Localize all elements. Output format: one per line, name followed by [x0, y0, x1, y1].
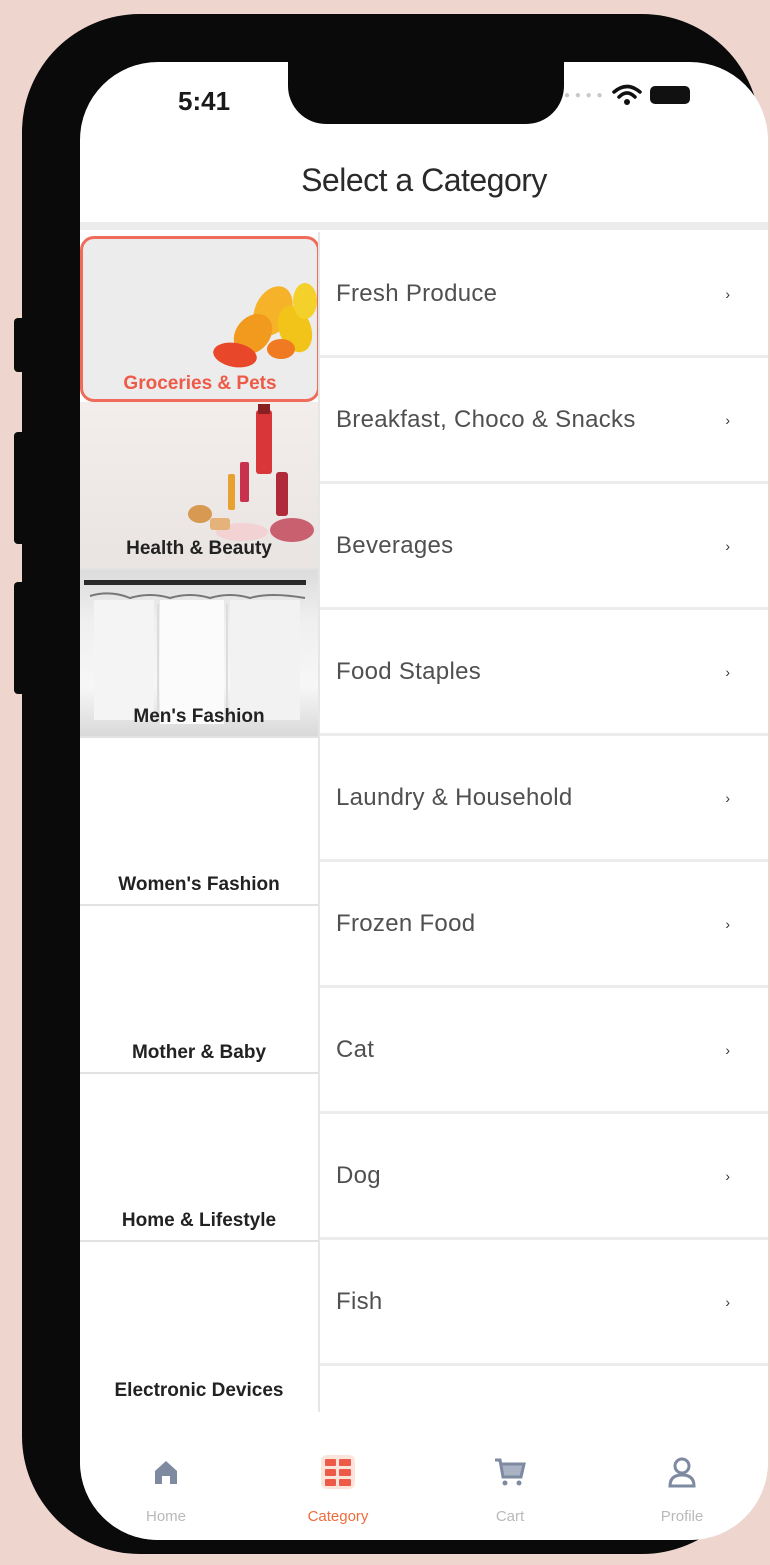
volume-up-button — [14, 432, 26, 544]
subcategory-row-cat[interactable]: Cat › — [320, 988, 768, 1114]
header-divider — [80, 222, 768, 230]
subcategory-label: Breakfast, Choco & Snacks — [336, 405, 636, 433]
subcategory-label: Fish — [336, 1287, 383, 1315]
category-label: Health & Beauty — [126, 538, 272, 559]
category-label: Home & Lifestyle — [121, 1210, 277, 1231]
profile-icon — [664, 1454, 700, 1490]
tab-label: Cart — [495, 1508, 525, 1525]
chevron-right-icon: › — [725, 1041, 730, 1058]
subcategory-row-frozen-food[interactable]: Frozen Food › — [320, 862, 768, 988]
category-item-womens-fashion[interactable]: Women's Fashion — [80, 738, 318, 906]
category-item-groceries-pets[interactable]: Groceries & Pets — [80, 236, 320, 402]
category-label: Electronic Devices — [114, 1380, 284, 1401]
chevron-right-icon: › — [725, 663, 730, 680]
subcategory-label: Frozen Food — [336, 909, 476, 937]
chevron-right-icon: › — [725, 1167, 730, 1184]
chevron-right-icon: › — [725, 537, 730, 554]
subcategory-list: Fresh Produce › Breakfast, Choco & Snack… — [318, 232, 768, 1412]
chevron-right-icon: › — [725, 285, 730, 302]
chevron-right-icon: › — [725, 915, 730, 932]
category-label: Men's Fashion — [133, 706, 265, 727]
status-icons: ● ● ● ● — [564, 84, 690, 106]
tab-label: Category — [307, 1508, 369, 1525]
subcategory-label: Food Staples — [336, 657, 482, 685]
chevron-right-icon: › — [725, 1293, 730, 1310]
cart-icon — [492, 1454, 528, 1490]
subcategory-row-laundry-household[interactable]: Laundry & Household › — [320, 736, 768, 862]
tab-home[interactable]: Home — [80, 1430, 252, 1540]
tab-label: Profile — [660, 1508, 704, 1525]
page-title: Select a Category — [301, 162, 547, 198]
tab-cart[interactable]: Cart — [424, 1430, 596, 1540]
subcategory-label: Dog — [336, 1161, 381, 1189]
wifi-icon — [611, 84, 642, 105]
signal-icon: ● ● ● ● — [564, 89, 604, 101]
category-label: Women's Fashion — [118, 874, 280, 895]
category-icon — [320, 1454, 356, 1490]
tab-label: Home — [145, 1508, 186, 1525]
subcategory-row-beverages[interactable]: Beverages › — [320, 484, 768, 610]
category-item-mens-fashion[interactable]: Men's Fashion — [80, 570, 318, 738]
category-label: Groceries & Pets — [123, 373, 277, 394]
subcategory-row-fish[interactable]: Fish › — [320, 1240, 768, 1366]
tab-category[interactable]: Category — [252, 1430, 424, 1540]
subcategory-row-fresh-produce[interactable]: Fresh Produce › — [320, 232, 768, 358]
phone-frame: 5:41 ● ● ● ● Select a Category Groceries… — [14, 14, 768, 1554]
chevron-right-icon: › — [725, 411, 730, 428]
subcategory-label: Fresh Produce — [336, 279, 498, 307]
subcategory-row-breakfast-choco-snacks[interactable]: Breakfast, Choco & Snacks › — [320, 358, 768, 484]
category-item-health-beauty[interactable]: Health & Beauty — [80, 402, 318, 570]
status-time: 5:41 — [178, 86, 231, 116]
camera-notch — [288, 62, 564, 124]
volume-down-button — [14, 582, 26, 694]
subcategory-label: Beverages — [336, 531, 454, 559]
home-icon — [148, 1454, 184, 1490]
category-item-home-lifestyle[interactable]: Home & Lifestyle — [80, 1074, 318, 1242]
bottom-tab-bar: Home Category Cart Profile — [80, 1430, 768, 1540]
category-item-mother-baby[interactable]: Mother & Baby — [80, 906, 318, 1074]
screen: 5:41 ● ● ● ● Select a Category Groceries… — [80, 62, 768, 1540]
subcategory-row-dog[interactable]: Dog › — [320, 1114, 768, 1240]
subcategory-label: Laundry & Household — [336, 783, 573, 811]
category-sidebar: Groceries & Pets Health & Beauty Men's F… — [80, 232, 320, 1412]
silent-switch — [14, 318, 26, 372]
category-label: Mother & Baby — [131, 1042, 267, 1063]
chevron-right-icon: › — [725, 789, 730, 806]
category-item-electronic-devices[interactable]: Electronic Devices — [80, 1242, 318, 1410]
subcategory-label: Cat — [336, 1035, 375, 1063]
subcategory-row-food-staples[interactable]: Food Staples › — [320, 610, 768, 736]
battery-icon — [649, 86, 690, 104]
tab-profile[interactable]: Profile — [596, 1430, 768, 1540]
